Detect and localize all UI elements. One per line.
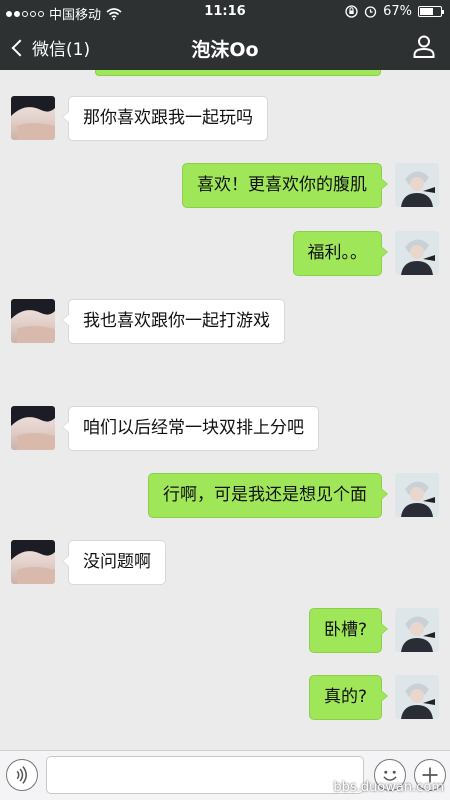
person-icon[interactable]: [412, 34, 436, 58]
message-row: 没问题啊: [0, 540, 450, 590]
message-row: 那你喜欢跟我一起玩吗: [0, 96, 450, 146]
message-row: 咱们以后经常一块双排上分吧: [0, 406, 450, 456]
battery-fill: [420, 8, 434, 15]
message-row: 卧槽?: [0, 608, 450, 658]
contact-avatar[interactable]: [11, 406, 55, 450]
battery-percent: 67%: [383, 4, 412, 19]
message-row: 真的?: [0, 675, 450, 725]
battery-icon: [418, 6, 444, 17]
my-avatar[interactable]: [395, 473, 439, 517]
sent-message-bubble[interactable]: 真的?: [308, 675, 389, 720]
status-bar: 中国移动 11:16 67%: [0, 0, 450, 24]
my-avatar[interactable]: [395, 675, 439, 719]
status-right: 67%: [345, 4, 444, 19]
message-input[interactable]: [46, 756, 364, 794]
chat-title: 泡沫Oo: [191, 39, 259, 61]
alarm-icon: [364, 6, 377, 18]
my-avatar[interactable]: [395, 163, 439, 207]
contact-avatar[interactable]: [11, 96, 55, 140]
my-avatar[interactable]: [395, 608, 439, 652]
previous-message-bubble: [95, 70, 381, 76]
nav-bar: 微信(1) 泡沫Oo: [0, 24, 450, 70]
voice-icon[interactable]: [6, 759, 38, 791]
sent-message-bubble[interactable]: 福利。。: [292, 231, 388, 276]
message-row: 福利。。: [0, 231, 450, 281]
contact-avatar[interactable]: [11, 299, 55, 343]
message-list[interactable]: 那你喜欢跟我一起玩吗喜欢！更喜欢你的腹肌福利。。 我也喜欢跟你一起打游戏 咱们以后经…: [0, 70, 450, 750]
received-message-bubble[interactable]: 没问题啊: [62, 540, 166, 585]
rotation-lock-icon: [345, 5, 358, 18]
contact-avatar[interactable]: [11, 540, 55, 584]
received-message-bubble[interactable]: 那你喜欢跟我一起玩吗: [62, 96, 268, 141]
sent-message-bubble[interactable]: 行啊，可是我还是想见个面: [148, 473, 388, 518]
received-message-bubble[interactable]: 我也喜欢跟你一起打游戏: [62, 299, 285, 344]
received-message-bubble[interactable]: 咱们以后经常一块双排上分吧: [62, 406, 319, 451]
sent-message-bubble[interactable]: 喜欢！更喜欢你的腹肌: [182, 163, 388, 208]
message-row: 行啊，可是我还是想见个面: [0, 473, 450, 523]
my-avatar[interactable]: [395, 231, 439, 275]
message-row: 喜欢！更喜欢你的腹肌: [0, 163, 450, 213]
sent-message-bubble[interactable]: 卧槽?: [308, 608, 389, 653]
watermark: bbs.duowan.com: [333, 780, 444, 795]
message-row: 我也喜欢跟你一起打游戏: [0, 299, 450, 349]
